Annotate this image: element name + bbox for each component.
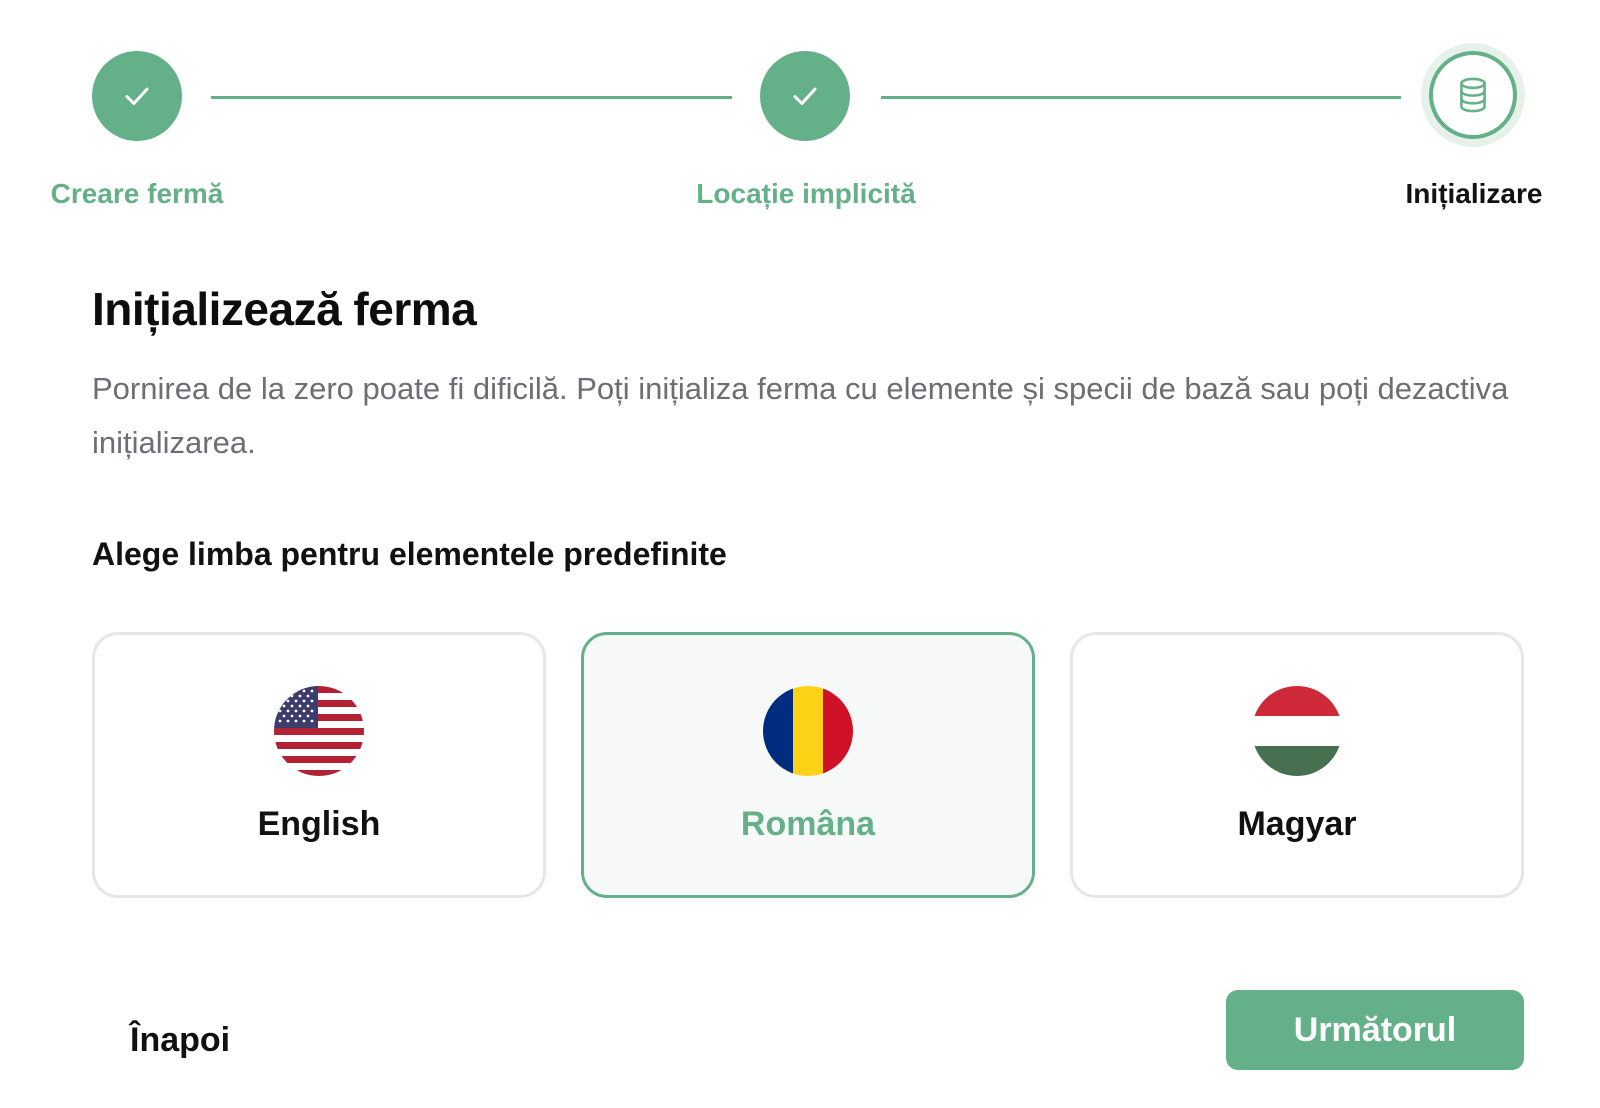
step-2-label: Locație implicită (696, 178, 916, 209)
hungary-flag-icon (1252, 686, 1342, 776)
language-label-romana: Româna (740, 805, 876, 843)
language-option-english[interactable]: English (92, 632, 546, 898)
language-label-english: English (257, 805, 381, 843)
page-title: Inițializează ferma (92, 283, 477, 335)
step-3-label: Inițializare (1405, 178, 1543, 209)
back-button[interactable]: Înapoi (110, 1010, 250, 1070)
language-option-romana[interactable]: Româna (581, 632, 1035, 898)
step-3-indicator (1429, 51, 1517, 139)
step-connector-1 (211, 96, 732, 99)
next-button[interactable]: Următorul (1226, 990, 1524, 1070)
language-prompt: Alege limba pentru elementele predefinit… (92, 536, 727, 572)
romania-flag-icon (763, 686, 853, 776)
language-option-magyar[interactable]: Magyar (1070, 632, 1524, 898)
check-icon (793, 87, 817, 105)
us-flag-icon (274, 686, 364, 776)
step-2-indicator (760, 51, 850, 141)
step-1-label: Creare fermă (50, 178, 224, 209)
check-icon (125, 87, 149, 105)
page-description: Pornirea de la zero poate fi dificilă. P… (92, 371, 1509, 460)
step-connector-2 (881, 96, 1401, 99)
database-icon (1460, 77, 1486, 113)
progress-stepper: Creare fermă Locație implicită Inițializ… (0, 0, 1600, 230)
language-label-magyar: Magyar (1237, 805, 1357, 843)
step-1-indicator (92, 51, 182, 141)
